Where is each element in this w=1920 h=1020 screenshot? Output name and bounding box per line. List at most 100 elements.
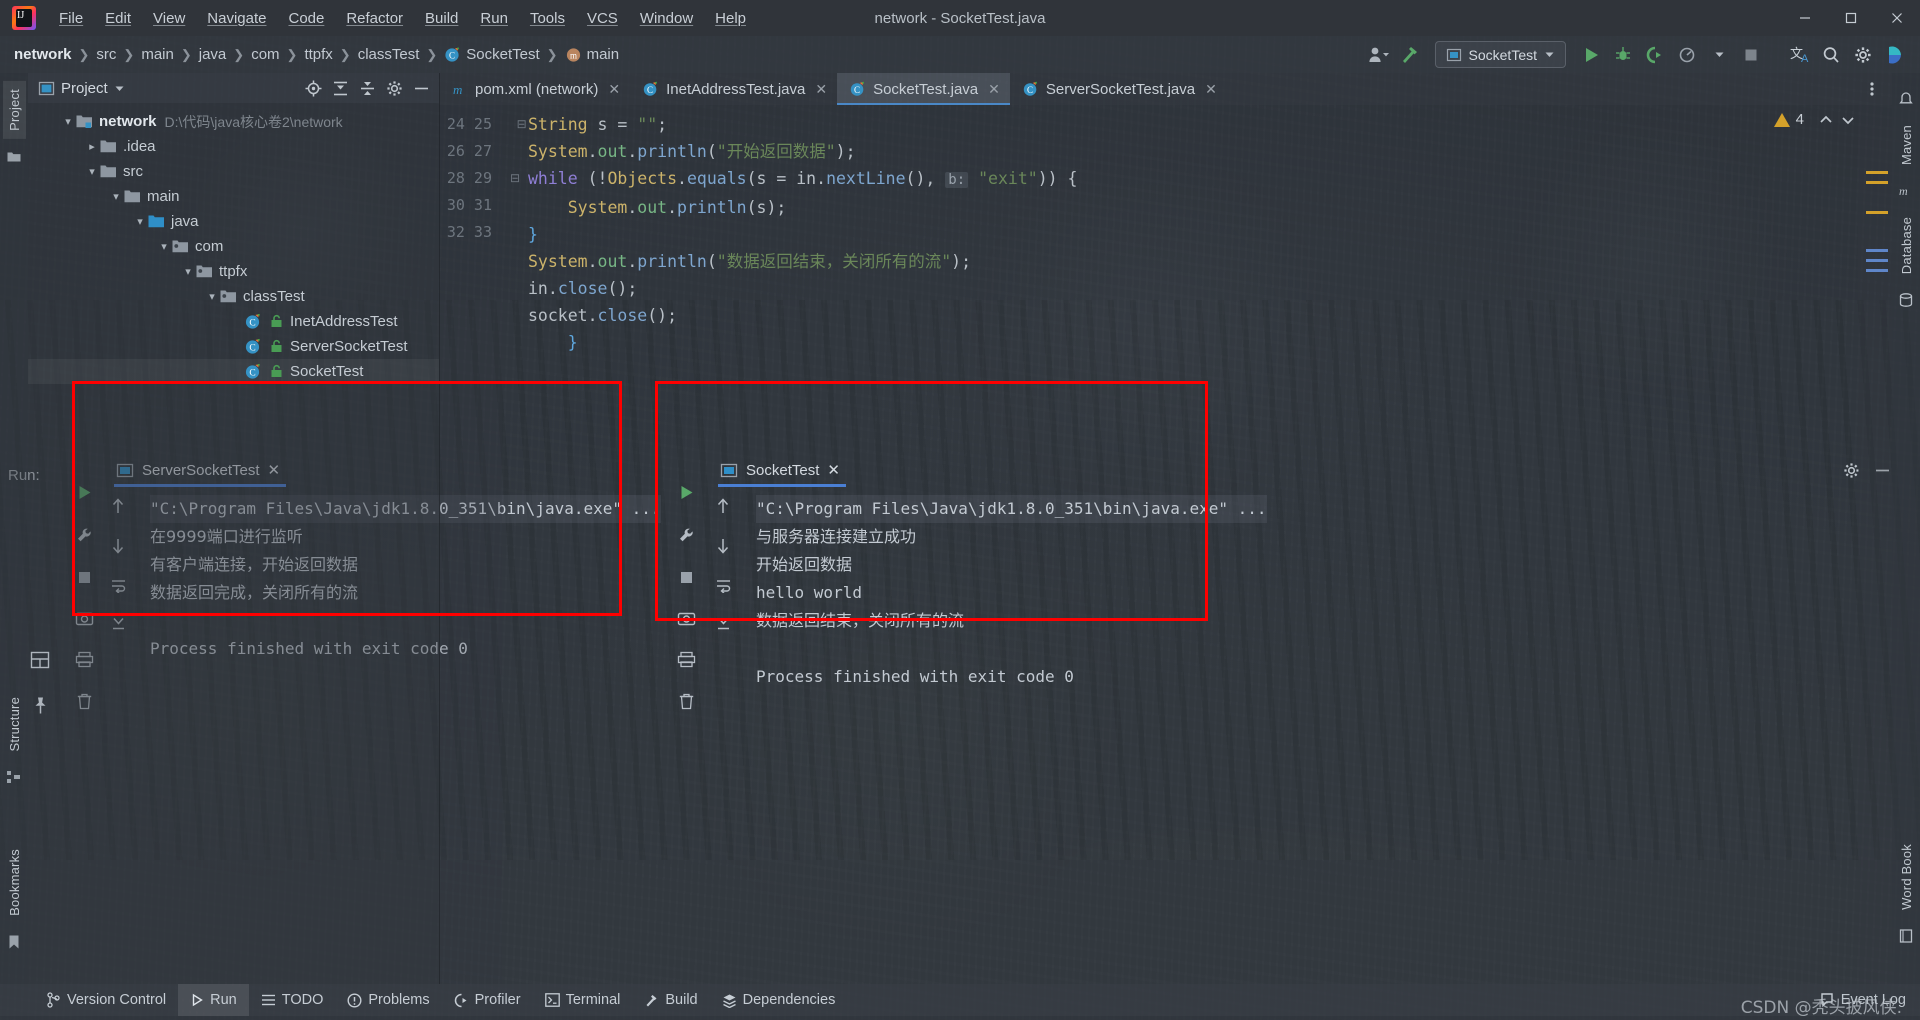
collapse-all-icon[interactable]	[355, 76, 379, 100]
maven-icon[interactable]: m	[1898, 183, 1914, 199]
chevron-down-icon[interactable]	[1704, 41, 1734, 69]
bottom-tab-terminal[interactable]: Terminal	[533, 984, 633, 1016]
structure-icon[interactable]	[6, 769, 22, 785]
breadcrumb-src[interactable]: src	[96, 46, 116, 63]
inspection-widget[interactable]: 4	[1773, 111, 1856, 128]
bottom-tab-problems[interactable]: Problems	[335, 984, 441, 1016]
menu-item-build[interactable]: Build	[414, 6, 469, 31]
breadcrumb-ttpfx[interactable]: ttpfx	[304, 46, 332, 63]
breadcrumb-main[interactable]: main	[141, 46, 174, 63]
menu-item-file[interactable]: File	[48, 6, 94, 31]
menu-item-refactor[interactable]: Refactor	[335, 6, 414, 31]
bottom-tab-run[interactable]: Run	[178, 984, 249, 1016]
sidebar-tab-project[interactable]: Project	[2, 81, 26, 139]
sidebar-tab-maven[interactable]: Maven	[1895, 117, 1918, 173]
close-button[interactable]	[1874, 0, 1920, 36]
menu-item-vcs[interactable]: VCS	[576, 6, 629, 31]
pin-icon[interactable]	[31, 696, 50, 715]
menu-item-navigate[interactable]: Navigate	[196, 6, 277, 31]
bottom-tab-profiler[interactable]: Profiler	[442, 984, 533, 1016]
locate-icon[interactable]	[301, 76, 325, 100]
tree-node-sockettest[interactable]: C SocketTest	[28, 359, 439, 384]
debug-icon[interactable]	[1608, 41, 1638, 69]
menu-item-view[interactable]: View	[142, 6, 196, 31]
run-icon[interactable]	[1576, 41, 1606, 69]
hammer-build-icon[interactable]	[1395, 41, 1425, 69]
folder-icon[interactable]	[6, 149, 22, 165]
menu-item-help[interactable]: Help	[704, 6, 757, 31]
prev-problem-icon[interactable]	[1818, 112, 1834, 128]
breadcrumb-java[interactable]: java	[199, 46, 227, 63]
breadcrumb-main-method[interactable]: m main	[565, 46, 619, 63]
user-avatar-icon[interactable]	[1363, 41, 1393, 69]
stop-icon[interactable]	[1736, 41, 1766, 69]
hide-panel-icon[interactable]	[409, 76, 433, 100]
search-icon[interactable]	[1816, 41, 1846, 69]
tree-node-java[interactable]: ▾ java	[28, 209, 439, 234]
close-icon[interactable]: ✕	[1205, 81, 1217, 98]
tree-node-main[interactable]: ▾ main	[28, 184, 439, 209]
sidebar-tab-database[interactable]: Database	[1895, 209, 1918, 282]
tree-node-idea[interactable]: ▸ .idea	[28, 134, 439, 159]
expand-all-icon[interactable]	[328, 76, 352, 100]
tree-node-serversockettest[interactable]: C ServerSocketTest	[28, 334, 439, 359]
tree-node-network[interactable]: ▾ network D:\代码\java核心卷2\network	[28, 109, 439, 134]
chevron-down-icon[interactable]: ▾	[108, 190, 124, 203]
chevron-down-icon[interactable]: ▾	[60, 115, 76, 128]
chevron-down-icon[interactable]: ▾	[204, 290, 220, 303]
tree-node-inetaddresstest[interactable]: C InetAddressTest	[28, 309, 439, 334]
tree-node-com[interactable]: ▾ com	[28, 234, 439, 259]
breadcrumb-com[interactable]: com	[251, 46, 279, 63]
chevron-down-icon[interactable]: ▾	[180, 265, 196, 278]
tree-node-ttpfx[interactable]: ▾ ttpfx	[28, 259, 439, 284]
ide-help-icon[interactable]	[1880, 41, 1910, 69]
menu-item-code[interactable]: Code	[277, 6, 335, 31]
chevron-down-icon[interactable]: ▾	[84, 165, 100, 178]
editor-tab-pom-xml[interactable]: m pom.xml (network) ✕	[440, 73, 630, 105]
notifications-icon[interactable]	[1898, 91, 1914, 107]
expand-layout-icon[interactable]	[30, 650, 50, 670]
editor-tab-inetaddresstest[interactable]: C InetAddressTest.java ✕	[630, 73, 837, 105]
tree-node-src[interactable]: ▾ src	[28, 159, 439, 184]
code-text[interactable]: String s = ""; System.out.println("开始返回数…	[528, 105, 1892, 984]
next-problem-icon[interactable]	[1840, 112, 1856, 128]
close-icon[interactable]: ✕	[815, 81, 827, 98]
code-editor[interactable]: 24 25 26 27 28 29 30 31 32 33 ⊟ ⊟ String…	[440, 105, 1892, 984]
menu-item-tools[interactable]: Tools	[519, 6, 576, 31]
editor-tab-serversockettest[interactable]: C ServerSocketTest.java ✕	[1010, 73, 1227, 105]
bookmark-icon[interactable]	[7, 934, 21, 950]
run-configuration-selector[interactable]: SocketTest	[1434, 41, 1566, 68]
sidebar-tab-bookmarks[interactable]: Bookmarks	[3, 841, 26, 924]
chevron-right-icon[interactable]: ▸	[84, 140, 100, 153]
profile-icon[interactable]	[1672, 41, 1702, 69]
close-icon[interactable]: ✕	[988, 81, 1000, 98]
bottom-tab-dependencies[interactable]: Dependencies	[710, 984, 848, 1016]
menu-item-run[interactable]: Run	[469, 6, 519, 31]
error-stripe-marker-bar[interactable]	[1858, 105, 1892, 984]
bottom-tab-version-control[interactable]: Version Control	[34, 984, 178, 1016]
more-options-icon[interactable]	[1860, 77, 1884, 101]
run-with-coverage-icon[interactable]	[1640, 41, 1670, 69]
settings-gear-icon[interactable]	[382, 76, 406, 100]
maximize-button[interactable]	[1828, 0, 1874, 36]
breadcrumb-classtest[interactable]: classTest	[358, 46, 420, 63]
settings-gear-icon[interactable]	[1848, 41, 1878, 69]
tree-node-classtest[interactable]: ▾ classTest	[28, 284, 439, 309]
chevron-down-icon[interactable]: ▾	[132, 215, 148, 228]
translate-icon[interactable]: 文A	[1784, 41, 1814, 69]
database-icon[interactable]	[1898, 292, 1914, 308]
bottom-tab-todo[interactable]: TODO	[249, 984, 336, 1016]
bottom-tab-build[interactable]: Build	[632, 984, 709, 1016]
menu-item-edit[interactable]: Edit	[94, 6, 142, 31]
breadcrumb-sockettest[interactable]: C SocketTest	[444, 46, 540, 63]
sidebar-tab-word-book[interactable]: Word Book	[1895, 836, 1918, 918]
chevron-down-icon[interactable]	[114, 83, 125, 94]
editor-tab-sockettest[interactable]: C SocketTest.java ✕	[837, 73, 1010, 105]
menu-item-window[interactable]: Window	[629, 6, 704, 31]
word-book-icon[interactable]	[1898, 928, 1914, 944]
close-icon[interactable]: ✕	[608, 81, 620, 98]
code-folding-column[interactable]: ⊟ ⊟	[502, 105, 528, 984]
minimize-button[interactable]	[1782, 0, 1828, 36]
breadcrumb-network[interactable]: network	[14, 46, 72, 63]
chevron-down-icon[interactable]: ▾	[156, 240, 172, 253]
